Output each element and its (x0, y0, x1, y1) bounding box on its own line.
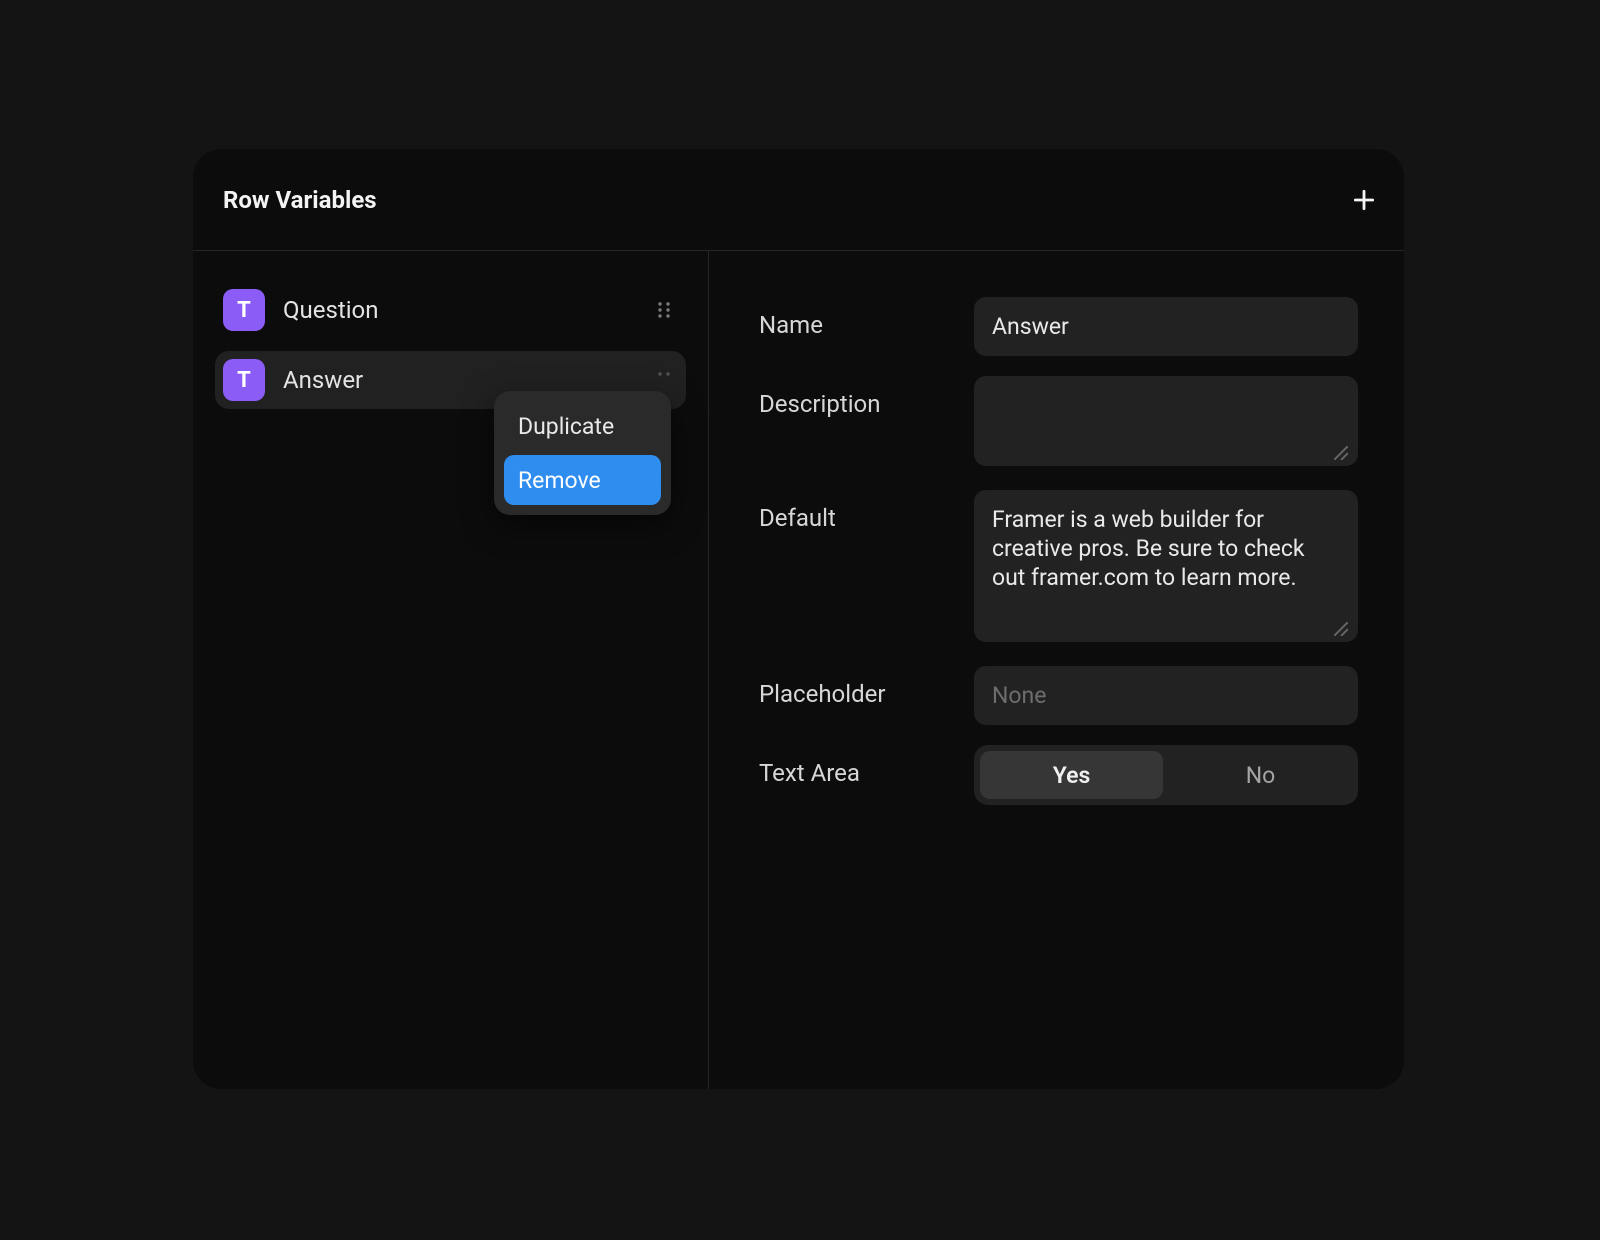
variable-row-label: Answer (283, 366, 634, 394)
field-label: Description (759, 376, 974, 418)
field-row-textarea: Text Area Yes No (759, 745, 1358, 805)
panel-title: Row Variables (223, 186, 377, 214)
variables-list: T Question T Answer (193, 251, 709, 1089)
variable-row-label: Question (283, 296, 634, 324)
row-variables-panel: Row Variables T Question (193, 149, 1404, 1089)
default-input[interactable] (974, 490, 1358, 642)
field-row-name: Name (759, 297, 1358, 356)
plus-icon (1351, 187, 1377, 213)
panel-body: T Question T Answer (193, 251, 1404, 1089)
field-row-description: Description (759, 376, 1358, 470)
text-type-icon: T (223, 359, 265, 401)
text-type-icon: T (223, 289, 265, 331)
variable-context-menu: Duplicate Remove (494, 391, 671, 515)
field-label: Placeholder (759, 666, 974, 708)
field-label: Default (759, 490, 974, 532)
context-item-duplicate[interactable]: Duplicate (504, 401, 661, 451)
context-item-remove[interactable]: Remove (504, 455, 661, 505)
drag-handle-icon[interactable] (652, 298, 676, 322)
drag-handle-icon[interactable] (652, 368, 676, 392)
field-row-default: Default (759, 490, 1358, 646)
text-area-toggle: Yes No (974, 745, 1358, 805)
field-row-placeholder: Placeholder (759, 666, 1358, 725)
text-area-yes[interactable]: Yes (980, 751, 1163, 799)
text-area-no[interactable]: No (1169, 751, 1352, 799)
panel-header: Row Variables (193, 149, 1404, 251)
variable-detail-form: Name Description Default (709, 251, 1404, 1089)
add-variable-button[interactable] (1350, 186, 1378, 214)
variable-row-question[interactable]: T Question (215, 281, 686, 339)
name-input[interactable] (974, 297, 1358, 356)
field-label: Text Area (759, 745, 974, 787)
field-label: Name (759, 297, 974, 339)
description-input[interactable] (974, 376, 1358, 466)
placeholder-input[interactable] (974, 666, 1358, 725)
